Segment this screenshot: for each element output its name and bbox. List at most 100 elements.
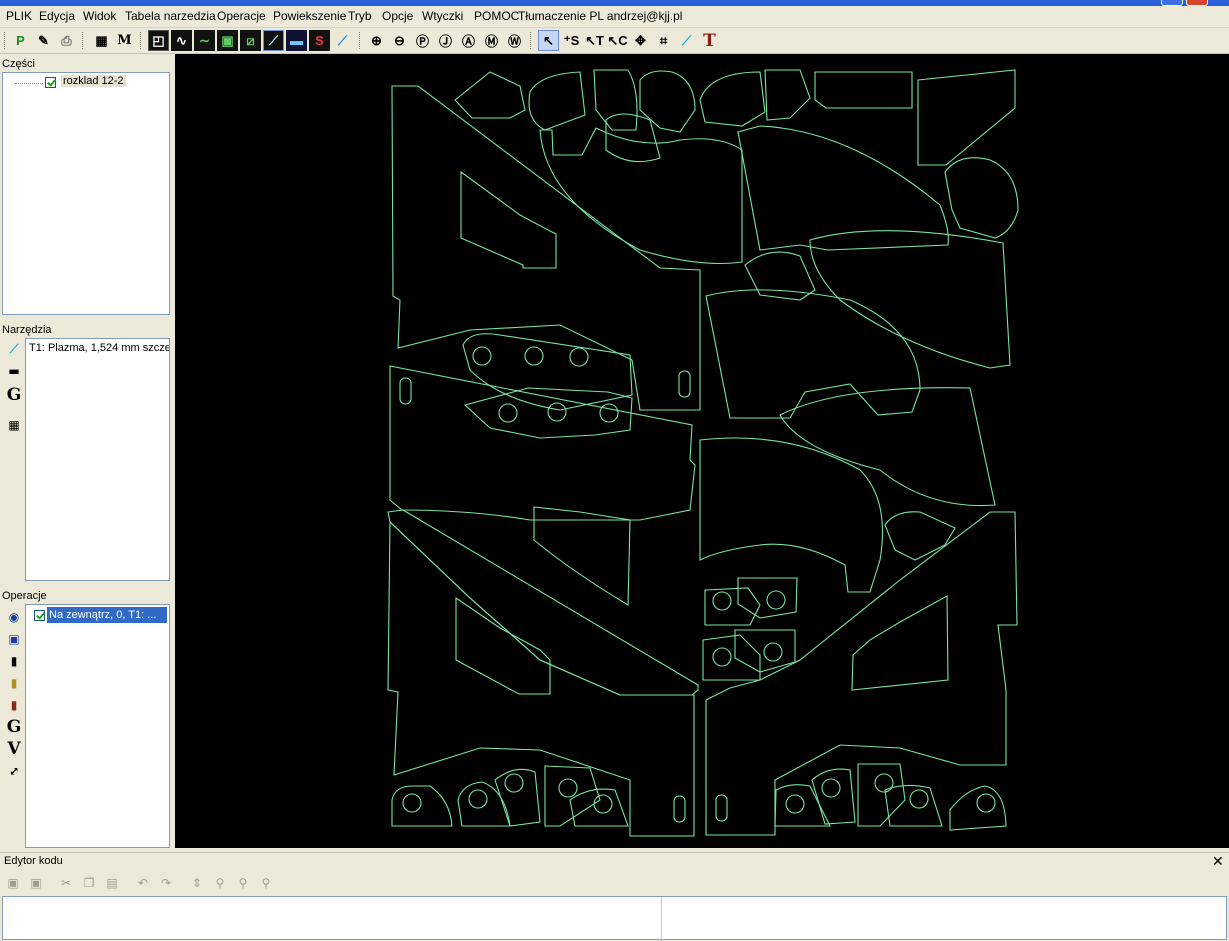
zoom-w-icon[interactable]: Ⓦ bbox=[504, 30, 525, 51]
post-process-icon[interactable]: P bbox=[10, 30, 31, 51]
zoom-out-icon[interactable]: ⊖ bbox=[389, 30, 410, 51]
close-icon[interactable]: ✕ bbox=[1212, 853, 1224, 870]
layer-icon[interactable]: ◰ bbox=[148, 30, 169, 51]
frame-diag-icon[interactable]: ⧄ bbox=[240, 30, 261, 51]
thread-operation-icon[interactable]: ▮ bbox=[5, 696, 23, 714]
slot bbox=[678, 370, 691, 398]
editor-splitter[interactable] bbox=[661, 897, 662, 941]
parts-tree[interactable]: rozklad 12-2 bbox=[2, 72, 170, 315]
hole bbox=[547, 402, 567, 422]
tool-icon[interactable]: ⟋ bbox=[676, 30, 697, 51]
tool-item[interactable]: T1: Plazma, 1,524 mm szczeli bbox=[29, 342, 169, 354]
cut-path-icon[interactable]: ⟋ bbox=[263, 30, 284, 51]
find-icon[interactable]: ⚲ bbox=[212, 875, 228, 891]
nesting-drawing[interactable] bbox=[175, 54, 1229, 848]
outside-cut-icon[interactable]: ◉ bbox=[5, 608, 23, 626]
curve-icon[interactable]: ∼ bbox=[194, 30, 215, 51]
replace-icon[interactable]: ⚲ bbox=[258, 875, 274, 891]
operations-list[interactable]: Na zewnątrz, 0, T1: ... bbox=[25, 604, 170, 848]
gcode-operation-icon[interactable]: G bbox=[5, 717, 23, 737]
table-tool-icon[interactable]: ▦ bbox=[5, 416, 23, 434]
hole bbox=[785, 794, 805, 814]
part-outline bbox=[699, 437, 883, 593]
goto-icon[interactable]: ⇕ bbox=[189, 875, 205, 891]
part-outline bbox=[699, 71, 766, 127]
part-outline bbox=[387, 509, 699, 696]
cut-icon[interactable]: ✂ bbox=[58, 875, 74, 891]
plate-icon[interactable]: ▬ bbox=[286, 30, 307, 51]
tree-connector bbox=[15, 83, 43, 84]
menu-plik[interactable]: PLIK bbox=[6, 9, 32, 23]
hole bbox=[599, 403, 619, 423]
pocket-icon[interactable]: ▣ bbox=[5, 630, 23, 648]
paste-icon[interactable]: ▤ bbox=[104, 875, 120, 891]
hole bbox=[504, 773, 524, 793]
menu-widok[interactable]: Widok bbox=[83, 9, 116, 23]
crop-icon[interactable]: ⌗ bbox=[653, 30, 674, 51]
find-next-icon[interactable]: ⚲ bbox=[235, 875, 251, 891]
copy-icon[interactable]: ❐ bbox=[81, 875, 97, 891]
line-operation-icon[interactable]: ⤢ bbox=[5, 762, 23, 780]
part-outline bbox=[494, 768, 541, 827]
slash-s-icon[interactable]: S bbox=[309, 30, 330, 51]
drawing-canvas[interactable] bbox=[175, 54, 1229, 848]
part-outline bbox=[457, 781, 511, 827]
drill-tool-icon[interactable]: ▬ bbox=[5, 362, 23, 380]
save-as-icon[interactable]: ▣ bbox=[28, 875, 44, 891]
undo-icon[interactable]: ↶ bbox=[135, 875, 151, 891]
text-icon[interactable]: T bbox=[699, 30, 720, 51]
hole bbox=[763, 642, 783, 662]
code-editor-text[interactable] bbox=[2, 896, 1227, 941]
drill-operation-icon[interactable]: ▮ bbox=[5, 652, 23, 670]
gcode-tool-icon[interactable]: G bbox=[5, 385, 23, 405]
redo-icon[interactable]: ↷ bbox=[158, 875, 174, 891]
operation-checkbox[interactable] bbox=[34, 610, 45, 621]
toolbar-grip bbox=[82, 32, 86, 49]
tools-list[interactable]: T1: Plazma, 1,524 mm szczeli bbox=[25, 338, 170, 581]
zoom-m-icon[interactable]: Ⓜ bbox=[481, 30, 502, 51]
menu-tabela-narzedzia[interactable]: Tabela narzedzia bbox=[125, 9, 216, 23]
plasma-tool-icon[interactable]: ⟋ bbox=[5, 340, 23, 358]
select-icon[interactable]: ↖ bbox=[538, 30, 559, 51]
frame-icon[interactable]: ▣ bbox=[217, 30, 238, 51]
print-icon[interactable]: ⎙ bbox=[56, 30, 77, 51]
menu-opcje[interactable]: Opcje bbox=[382, 9, 413, 23]
menu-wtyczki[interactable]: Wtyczki bbox=[422, 9, 463, 23]
material-icon[interactable]: M bbox=[114, 30, 135, 51]
hole bbox=[402, 793, 422, 813]
calculator-icon[interactable]: ▦ bbox=[91, 30, 112, 51]
edit-code-icon[interactable]: ✎ bbox=[33, 30, 54, 51]
part-outline bbox=[884, 511, 956, 561]
operation-item-label[interactable]: Na zewnątrz, 0, T1: ... bbox=[47, 607, 167, 623]
operations-panel-title: Operacje bbox=[2, 590, 47, 602]
toolbar-grip bbox=[530, 32, 534, 49]
part-outline bbox=[917, 69, 1016, 166]
select-text-icon[interactable]: ↖T bbox=[584, 30, 605, 51]
select-start-icon[interactable]: ⁺S bbox=[561, 30, 582, 51]
menu-operacje[interactable]: Operacje bbox=[217, 9, 266, 23]
engrave-operation-icon[interactable]: ▮ bbox=[5, 674, 23, 692]
part-checkbox[interactable] bbox=[45, 77, 56, 88]
part-item-label[interactable]: rozklad 12-2 bbox=[61, 75, 126, 87]
zoom-all-icon[interactable]: Ⓐ bbox=[458, 30, 479, 51]
save-icon[interactable]: ▣ bbox=[5, 875, 21, 891]
part-outline bbox=[705, 289, 921, 419]
menu-edycja[interactable]: Edycja bbox=[39, 9, 75, 23]
part-outline bbox=[539, 127, 743, 265]
move-icon[interactable]: ✥ bbox=[630, 30, 651, 51]
zoom-in-icon[interactable]: ⊕ bbox=[366, 30, 387, 51]
hole bbox=[821, 778, 841, 798]
wave-icon[interactable]: ∿ bbox=[171, 30, 192, 51]
zoom-j-icon[interactable]: Ⓙ bbox=[435, 30, 456, 51]
part-cutout bbox=[455, 596, 551, 695]
part-outline bbox=[814, 71, 913, 109]
hole bbox=[524, 346, 544, 366]
select-cut-icon[interactable]: ↖C bbox=[607, 30, 628, 51]
vcarve-operation-icon[interactable]: V bbox=[5, 739, 23, 759]
menu-tryb[interactable]: Tryb bbox=[348, 9, 372, 23]
zoom-p-icon[interactable]: Ⓟ bbox=[412, 30, 433, 51]
menu-pomoc[interactable]: POMOC bbox=[474, 9, 519, 23]
menu-powiekszenie[interactable]: Powiekszenie bbox=[273, 9, 346, 23]
torch-icon[interactable]: ⟋ bbox=[332, 30, 353, 51]
menu-translation-credit[interactable]: Tłumaczenie PL andrzej@kjj.pl bbox=[518, 9, 682, 23]
